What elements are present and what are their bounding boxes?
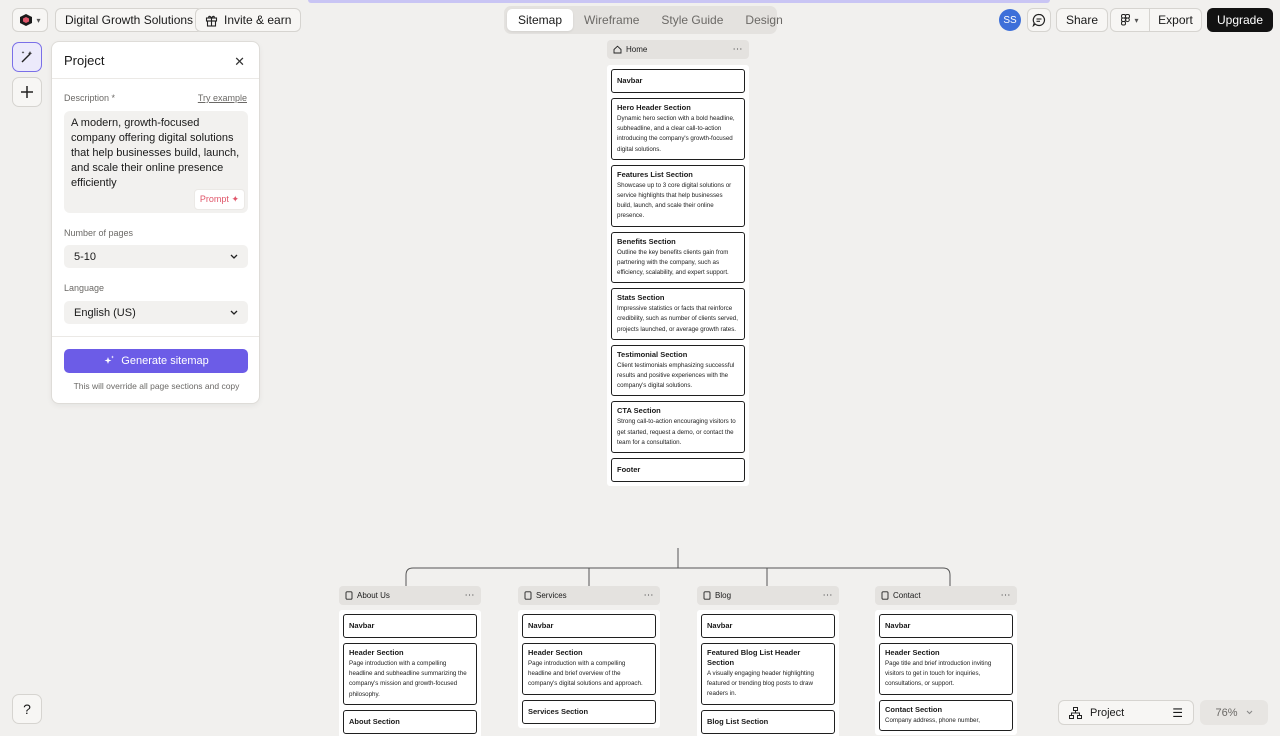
page-icon xyxy=(881,591,889,600)
section-title: Footer xyxy=(617,465,641,475)
section-card[interactable]: Hero Header Section Dynamic hero section … xyxy=(611,98,745,160)
section-description: Page introduction with a compelling head… xyxy=(349,660,467,698)
section-title: Header Section xyxy=(528,648,583,657)
page-name: Services xyxy=(536,591,567,600)
section-description: Client testimonials emphasizing successf… xyxy=(617,361,735,390)
page-header-blog[interactable]: Blog ⋯ xyxy=(697,586,839,605)
page-about-us-sections: Navbar Header Section Page introduction wi… xyxy=(339,610,481,736)
more-options-icon[interactable]: ⋯ xyxy=(465,590,476,601)
section-title: Benefits Section xyxy=(617,236,676,246)
section-card[interactable]: Header Section Page title and brief intro… xyxy=(879,643,1013,695)
sitemap-icon xyxy=(1069,706,1082,719)
section-description: Page introduction with a compelling head… xyxy=(528,660,643,688)
zoom-control[interactable]: 76% xyxy=(1200,700,1268,725)
section-card[interactable]: Features List Section Showcase up to 3 co… xyxy=(611,164,745,227)
page-icon xyxy=(703,591,711,600)
section-title: Testimonial Section xyxy=(617,349,688,359)
section-title: Stats Section xyxy=(617,293,665,303)
page-contact-sections: Navbar Header Section Page title and brief… xyxy=(875,610,1017,735)
page-header-services[interactable]: Services ⋯ xyxy=(518,586,660,605)
section-description: Impressive statistics or facts that rein… xyxy=(617,305,738,333)
section-description: Outline the key benefits clients gain fr… xyxy=(617,248,729,277)
section-title: Blog List Section xyxy=(707,716,769,726)
section-card[interactable]: Navbar xyxy=(701,614,835,638)
chevron-down-icon xyxy=(1246,710,1252,715)
section-description: Page title and brief introduction inviti… xyxy=(885,660,992,688)
page-header-contact[interactable]: Contact ⋯ xyxy=(875,586,1017,605)
page-header-about-us[interactable]: About Us ⋯ xyxy=(339,586,481,605)
section-card[interactable]: Header Section Page introduction with a c… xyxy=(522,643,656,695)
home-icon xyxy=(613,45,622,54)
section-title: Navbar xyxy=(528,621,554,630)
page-name: About Us xyxy=(357,591,390,600)
page-services-sections: Navbar Header Section Page introduction wi… xyxy=(518,610,660,728)
section-title: CTA Section xyxy=(617,406,661,416)
section-description: Strong call-to-action encouraging visito… xyxy=(617,418,736,446)
page-home-sections: Navbar Hero Header Section Dynamic hero se… xyxy=(607,65,749,487)
section-title: Services Section xyxy=(528,706,589,716)
section-title: Navbar xyxy=(349,621,375,630)
section-title: Header Section xyxy=(349,648,404,657)
page-name: Contact xyxy=(893,591,921,600)
section-title: Navbar xyxy=(707,621,733,630)
section-title: Navbar xyxy=(617,76,643,85)
more-options-icon[interactable]: ⋯ xyxy=(733,44,744,55)
section-title: Featured Blog List Header Section xyxy=(707,648,801,667)
more-options-icon[interactable]: ⋯ xyxy=(823,590,834,601)
section-title: Contact Section xyxy=(885,704,943,714)
section-card[interactable]: Contact Section Company address, phone nu… xyxy=(879,699,1013,731)
section-card[interactable]: Navbar xyxy=(343,614,477,638)
section-title: Features List Section xyxy=(617,169,693,179)
section-description: A visually engaging header highlighting … xyxy=(707,670,814,698)
section-title: Header Section xyxy=(885,648,940,657)
page-name: Home xyxy=(626,45,648,54)
more-options-icon[interactable]: ⋯ xyxy=(1001,590,1012,601)
section-description: Dynamic hero section with a bold headlin… xyxy=(617,115,735,153)
bottom-project-label: Project xyxy=(1090,706,1125,719)
section-title: Navbar xyxy=(885,621,911,630)
section-card[interactable]: Featured Blog List Header Section A visua… xyxy=(701,643,835,705)
section-card[interactable]: CTA Section Strong call-to-action encoura… xyxy=(611,401,745,454)
section-card[interactable]: Header Section Page introduction with a c… xyxy=(343,643,477,705)
page-icon xyxy=(524,591,532,600)
section-card[interactable]: Footer xyxy=(611,458,745,483)
page-blog-sections: Navbar Featured Blog List Header Section A… xyxy=(697,610,839,736)
zoom-level: 76% xyxy=(1215,706,1238,719)
section-card[interactable]: Navbar xyxy=(611,69,745,93)
section-card[interactable]: Stats Section Impressive statistics or fa… xyxy=(611,288,745,340)
section-card[interactable]: Testimonial Section Client testimonials e… xyxy=(611,344,745,397)
menu-icon[interactable]: ☰ xyxy=(1172,706,1183,720)
section-card[interactable]: About Section xyxy=(343,709,477,734)
section-card[interactable]: Services Section xyxy=(522,699,656,724)
section-description: Showcase up to 3 core digital solutions … xyxy=(617,181,732,220)
page-header-home[interactable]: Home ⋯ xyxy=(607,40,749,59)
page-name: Blog xyxy=(715,591,732,600)
section-title: Hero Header Section xyxy=(617,103,691,112)
section-card[interactable]: Navbar xyxy=(522,614,656,638)
section-card[interactable]: Benefits Section Outline the key benefits… xyxy=(611,231,745,284)
section-card[interactable]: Navbar xyxy=(879,614,1013,638)
section-description: Company address, phone number, xyxy=(885,716,980,724)
more-options-icon[interactable]: ⋯ xyxy=(644,590,655,601)
bottom-project-button[interactable]: Project ☰ xyxy=(1058,700,1194,725)
page-icon xyxy=(345,591,353,600)
section-title: About Section xyxy=(349,716,400,726)
section-card[interactable]: Blog List Section xyxy=(701,709,835,734)
